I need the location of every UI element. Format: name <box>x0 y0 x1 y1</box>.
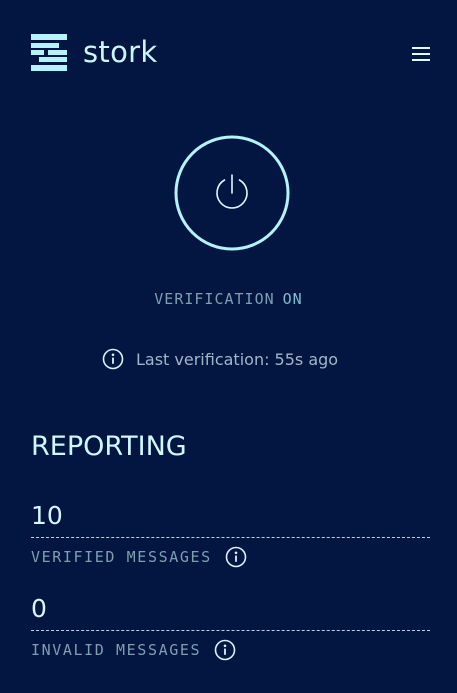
info-icon[interactable] <box>225 546 247 568</box>
invalid-messages-count: 0 <box>31 594 430 631</box>
last-verification-row: Last verification: 55s ago <box>102 347 338 371</box>
verified-messages-stat: 10 VERIFIED MESSAGES <box>31 501 430 569</box>
verification-status: VERIFICATION ON <box>0 289 457 309</box>
verified-messages-label: VERIFIED MESSAGES <box>31 548 212 566</box>
verification-status-value: ON <box>282 290 303 308</box>
invalid-messages-label: INVALID MESSAGES <box>31 641 202 659</box>
invalid-messages-stat: 0 INVALID MESSAGES <box>31 594 430 662</box>
info-icon[interactable] <box>102 348 124 370</box>
power-icon <box>216 174 248 209</box>
app-header: stork <box>0 0 457 106</box>
info-icon[interactable] <box>214 639 236 661</box>
verification-label: VERIFICATION <box>154 290 275 308</box>
verified-messages-count: 10 <box>31 501 430 538</box>
verification-toggle-button[interactable] <box>174 135 290 251</box>
hamburger-menu-icon[interactable] <box>408 42 434 66</box>
reporting-title: REPORTING <box>31 431 187 462</box>
last-verification-text: Last verification: 55s ago <box>136 349 339 369</box>
brand-name: stork <box>83 35 158 69</box>
stork-logo-icon[interactable] <box>31 34 67 71</box>
